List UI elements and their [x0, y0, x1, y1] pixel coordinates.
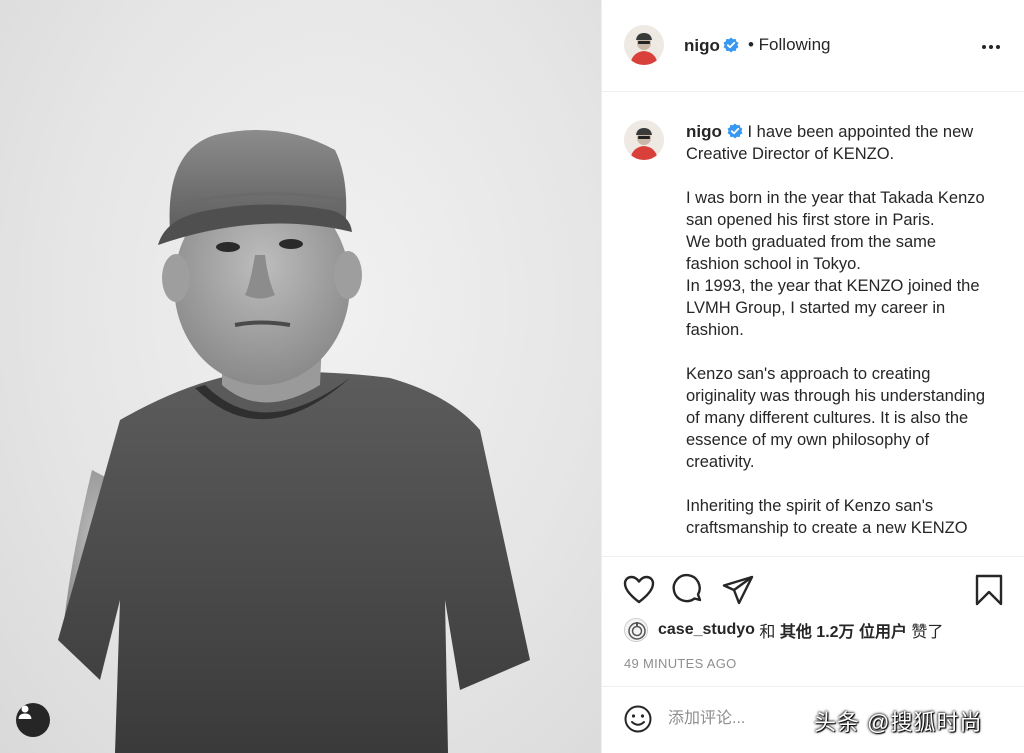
watermark: 头条 @搜狐时尚	[814, 710, 983, 735]
heart-icon[interactable]	[622, 573, 656, 607]
likes-others[interactable]: 其他 1.2万 位用户	[780, 618, 907, 642]
follow-status-button[interactable]: • Following	[748, 35, 831, 55]
verified-badge-icon	[723, 37, 739, 53]
post-caption: nigo I have been appointed the new Creat…	[686, 121, 986, 539]
caption-avatar[interactable]	[624, 120, 664, 160]
post-timestamp[interactable]: 49 MINUTES AGO	[624, 656, 737, 671]
user-tag-icon	[18, 705, 32, 719]
post-actions: case_studyo 和 其他 1.2万 位用户 赞了 49 MINUTES …	[602, 556, 1024, 686]
likes-connector: 和	[754, 624, 780, 641]
more-options-icon[interactable]	[980, 36, 1002, 58]
comment-bubble-icon[interactable]	[671, 573, 705, 607]
avatar[interactable]	[624, 25, 664, 65]
avatar-image	[624, 120, 664, 160]
comment-bar: 头条 @搜狐时尚	[602, 686, 1024, 753]
user-tag-button[interactable]	[16, 703, 50, 737]
post-side-panel: nigo • Following nigo I have been appoin…	[601, 0, 1024, 753]
author-username[interactable]: nigo	[684, 36, 720, 56]
portrait-illustration	[58, 130, 530, 753]
likes-suffix: 赞了	[906, 624, 944, 641]
likes-summary: case_studyo 和 其他 1.2万 位用户 赞了	[624, 618, 943, 642]
emoji-smiley-icon[interactable]	[623, 704, 653, 734]
comments-section[interactable]: nigo I have been appointed the new Creat…	[602, 93, 1024, 555]
liker-logo-icon	[625, 619, 647, 641]
caption-text: I have been appointed the new Creative D…	[686, 123, 986, 537]
verified-badge-icon	[727, 123, 743, 139]
liker-avatar[interactable]	[624, 618, 648, 642]
post-photo[interactable]	[0, 0, 601, 753]
paper-plane-icon[interactable]	[721, 573, 755, 607]
liker-username[interactable]: case_studyo	[658, 621, 755, 639]
bookmark-icon[interactable]	[972, 573, 1006, 607]
post-header: nigo • Following	[602, 0, 1024, 92]
caption-username[interactable]: nigo	[686, 122, 722, 141]
avatar-image	[624, 25, 664, 65]
